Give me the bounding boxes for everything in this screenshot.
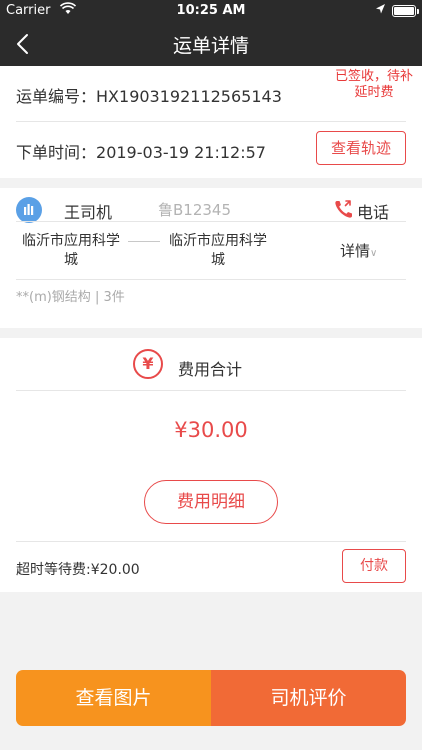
divider <box>16 390 406 391</box>
page-title: 运单详情 <box>172 35 249 57</box>
view-track-button[interactable]: 查看轨迹 <box>316 131 406 165</box>
divider <box>16 221 406 222</box>
order-number-row: 运单编号：HX1903192112565143 <box>16 83 282 107</box>
nav-bar: 运单详情 <box>0 22 422 66</box>
view-photos-button[interactable]: 查看图片 <box>16 670 211 726</box>
destination-location: 临沂市应用科学城 <box>169 233 267 268</box>
yen-icon: ¥ <box>133 349 163 379</box>
bottom-action-bar: 查看图片 司机评价 <box>16 670 406 726</box>
cargo-info: **(m)钢结构 | 3件 <box>16 290 125 305</box>
phone-icon[interactable] <box>333 198 355 220</box>
fee-detail-button[interactable]: 费用明细 <box>144 480 278 524</box>
status-bar: Carrier 10:25 AM <box>0 0 422 22</box>
order-info-card: 运单编号：HX1903192112565143 已签收，待补延时费 下单时间：2… <box>0 66 422 178</box>
driver-avatar-icon <box>16 197 42 223</box>
order-time-label: 下单时间： <box>16 143 97 162</box>
route-detail-toggle[interactable]: 详情∨ <box>340 240 377 261</box>
divider <box>16 279 406 280</box>
order-number-label: 运单编号： <box>16 87 97 106</box>
driver-card: 王司机 鲁B12345 电话 临沂市应用科学城 临沂市应用科学城 详情∨ **(… <box>0 188 422 328</box>
fee-card: ¥ 费用合计 ¥30.00 费用明细 超时等待费:¥20.00 付款 <box>0 338 422 592</box>
fee-total-title: 费用合计 <box>178 360 243 379</box>
phone-button[interactable]: 电话 <box>357 199 389 223</box>
license-plate: 鲁B12345 <box>158 201 232 219</box>
order-time-value: 2019-03-19 21:12:57 <box>96 143 266 162</box>
divider <box>16 541 406 542</box>
battery-icon <box>392 5 419 17</box>
order-number-value: HX1903192112565143 <box>96 87 282 106</box>
driver-name: 王司机 <box>64 203 113 222</box>
origin-location: 临沂市应用科学城 <box>22 233 120 268</box>
rate-driver-button[interactable]: 司机评价 <box>211 670 406 726</box>
order-status: 已签收，待补延时费 <box>334 69 413 100</box>
clock: 10:25 AM <box>176 3 246 18</box>
pay-button[interactable]: 付款 <box>342 549 406 583</box>
location-arrow-icon <box>376 4 385 14</box>
chevron-down-icon: ∨ <box>370 248 378 259</box>
route-detail-label: 详情 <box>340 242 371 260</box>
fee-total-amount: ¥30.00 <box>174 418 248 442</box>
divider <box>16 121 406 122</box>
order-time-row: 下单时间：2019-03-19 21:12:57 <box>16 139 266 163</box>
route-arrow <box>128 241 160 242</box>
overtime-fee: 超时等待费:¥20.00 <box>16 562 140 578</box>
